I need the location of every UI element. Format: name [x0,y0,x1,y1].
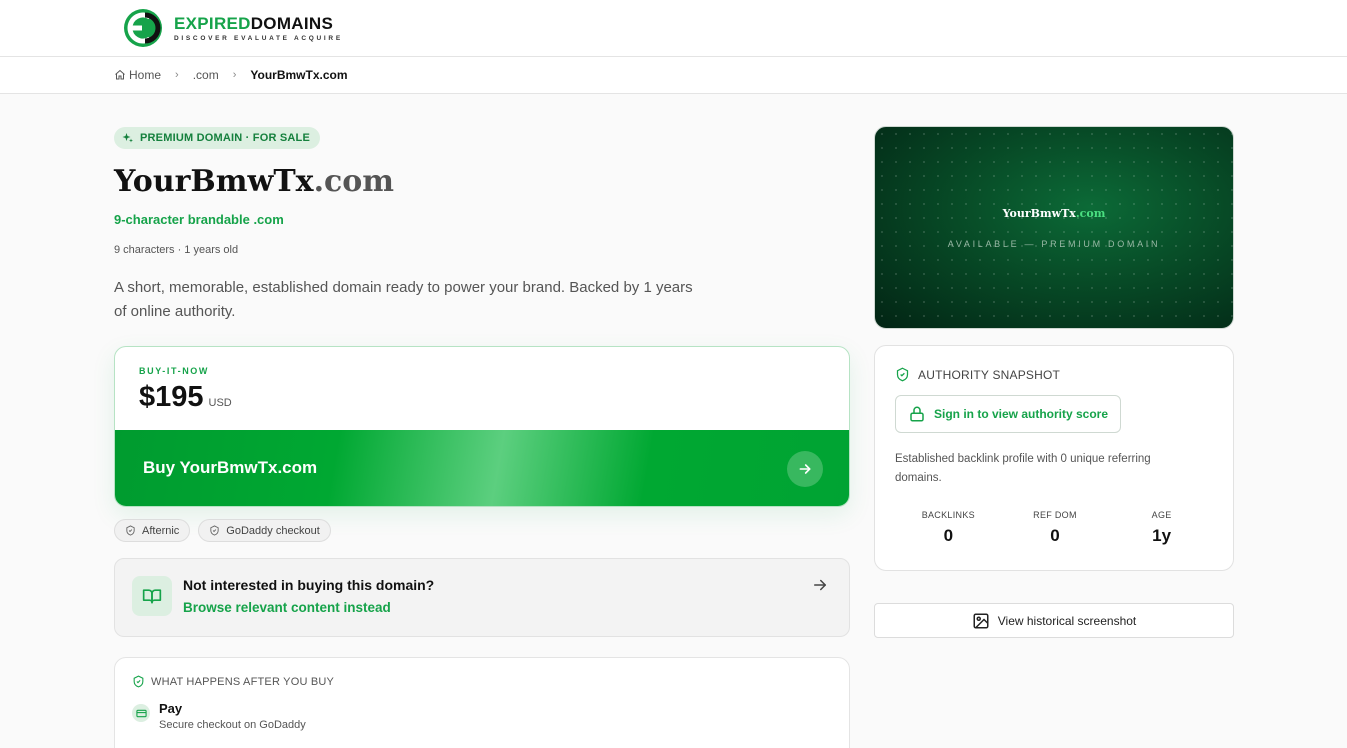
logo-word-expired: EXPIRED [174,13,251,33]
premium-badge-label: PREMIUM DOMAIN · FOR SALE [140,132,310,144]
price-value: $195 [139,381,204,413]
after-purchase-heading-text: WHAT HAPPENS AFTER YOU BUY [151,675,335,688]
stat-backlinks: BACKLINKS 0 [895,510,1002,546]
price-currency: USD [208,397,232,409]
step-pay-title: Pay [159,701,183,716]
hero-dot-pattern [875,127,1233,328]
logo-tagline: DISCOVER EVALUATE ACQUIRE [174,34,343,42]
authority-heading: AUTHORITY SNAPSHOT [895,367,1060,382]
chip-godaddy-label: GoDaddy checkout [226,524,320,537]
buy-domain-button[interactable]: Buy YourBmwTx.com [115,430,849,506]
authority-snapshot-card: AUTHORITY SNAPSHOT Sign in to view autho… [874,345,1234,571]
book-open-icon [132,576,172,616]
price: $195 USD [139,381,232,414]
view-historical-screenshot-button[interactable]: View historical screenshot [874,603,1234,638]
breadcrumb-bar: Home › .com › YourBmwTx.com [0,57,1347,94]
stat-age: AGE 1y [1108,510,1215,546]
buy-card: BUY-IT-NOW $195 USD Buy YourBmwTx.com [114,346,850,507]
browse-question: Not interested in buying this domain? [183,577,435,593]
browse-content-card[interactable]: Not interested in buying this domain? Br… [114,558,850,637]
sparkle-icon [122,133,133,143]
buy-button-label: Buy YourBmwTx.com [143,458,318,477]
lock-icon [910,406,924,422]
authority-stats: BACKLINKS 0 REF DOM 0 AGE 1y [895,510,1215,546]
stat-label: BACKLINKS [921,510,975,520]
shield-check-icon [133,675,144,688]
hero-domain-name: YourBmwTx [1002,207,1076,220]
image-icon [973,613,989,628]
step-pay-subtitle: Secure checkout on GoDaddy [159,719,306,731]
chip-afternic-label: Afternic [142,524,180,537]
stat-value: 0 [943,526,954,545]
shield-check-icon [896,367,909,382]
breadcrumb-separator-icon: › [175,69,179,81]
arrow-right-icon [814,579,826,591]
domain-meta: 9 characters · 1 years old [114,244,239,256]
domain-description: A short, memorable, established domain r… [114,279,693,320]
domain-title: YourBmwTx.com [114,164,394,199]
browse-content-link[interactable]: Browse relevant content instead [183,600,391,615]
stat-label: REF DOM [1033,510,1077,520]
breadcrumb-current: YourBmwTx.com [250,68,348,82]
logo-title: EXPIREDDOMAINS [174,13,343,33]
stat-label: AGE [1151,510,1172,520]
premium-badge: PREMIUM DOMAIN · FOR SALE [114,127,320,149]
authority-heading-text: AUTHORITY SNAPSHOT [918,367,1061,382]
buy-it-now-label: BUY-IT-NOW [139,366,209,376]
breadcrumb-home[interactable]: Home [129,68,161,82]
logo-word-domains: DOMAINS [250,13,334,33]
domain-name: YourBmwTx [114,164,314,199]
site-header: EXPIREDDOMAINS DISCOVER EVALUATE ACQUIRE [0,0,1347,57]
hero-subtitle: AVAILABLE — PREMIUM DOMAIN [947,239,1161,249]
logo-mark-icon [124,9,162,47]
after-purchase-card: WHAT HAPPENS AFTER YOU BUY Pay Secure ch… [114,657,850,748]
hero-domain: YourBmwTx.com [875,207,1233,220]
chip-afternic: Afternic [114,519,191,542]
sign-in-label: Sign in to view authority score [934,407,1109,421]
shield-icon [210,525,219,536]
sign-in-authority-button[interactable]: Sign in to view authority score [895,395,1122,433]
domain-tld: .com [313,164,395,199]
historical-screenshot-label: View historical screenshot [997,613,1137,628]
shield-icon [126,525,135,536]
stat-ref-domains: REF DOM 0 [1002,510,1109,546]
breadcrumb-separator-icon: › [232,69,237,81]
hero-domain-tld: .com [1075,207,1106,220]
arrow-right-icon [787,451,823,487]
authority-description: Established backlink profile with 0 uniq… [895,453,1151,484]
domain-hero-card: YourBmwTx.com AVAILABLE — PREMIUM DOMAIN [874,126,1234,329]
after-purchase-heading: WHAT HAPPENS AFTER YOU BUY [132,675,334,688]
chip-godaddy: GoDaddy checkout [198,519,331,542]
stat-value: 0 [1050,526,1060,545]
stat-value: 1y [1152,526,1172,545]
domain-tagline: 9-character brandable .com [114,212,284,227]
breadcrumb: Home › .com › YourBmwTx.com [114,68,348,82]
credit-card-icon [132,704,150,722]
home-icon[interactable] [114,69,126,81]
marketplace-chips: Afternic GoDaddy checkout [114,519,331,542]
breadcrumb-tld[interactable]: .com [193,68,219,82]
site-logo[interactable]: EXPIREDDOMAINS DISCOVER EVALUATE ACQUIRE [120,7,343,49]
